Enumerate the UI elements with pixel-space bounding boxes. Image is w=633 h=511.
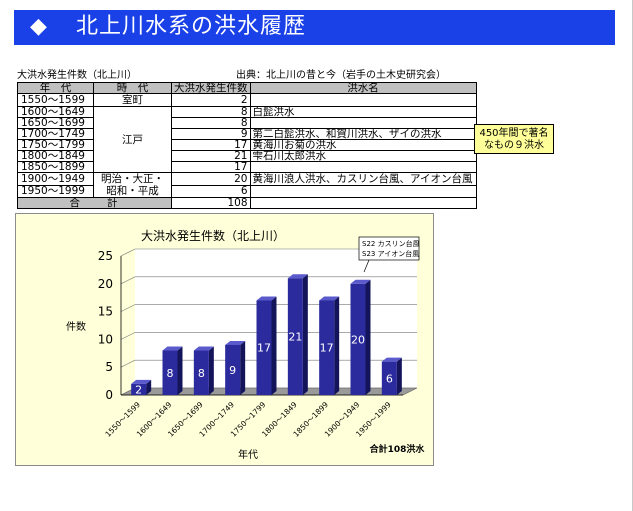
count-cell: 9: [171, 128, 251, 140]
flood-name-cell: 黄海川お菊の洪水: [249, 139, 477, 151]
bar-data-label: 8: [167, 367, 174, 380]
y-tick-label: 5: [105, 360, 113, 374]
era-modern-line2: 昭和・平成: [106, 185, 159, 197]
flood-name-cell: 黄海川浪人洪水、カスリン台風、アイオン台風: [249, 172, 477, 186]
x-axis-label: 年代: [238, 448, 258, 461]
bar-side: [240, 340, 246, 395]
period-cell: 1800～1849: [17, 150, 94, 162]
bar-data-label: 20: [351, 333, 365, 346]
note-line2: なもの９洪水: [484, 140, 544, 151]
bar-side: [396, 357, 402, 395]
chart-title: 大洪水発生件数（北上川）: [141, 228, 285, 243]
gridline-side: [120, 332, 136, 340]
bar-side: [271, 296, 277, 395]
total-value: 108: [171, 197, 251, 209]
total-label: 合 計: [17, 197, 172, 209]
bar-data-label: 9: [229, 364, 236, 377]
gridline-side: [120, 359, 136, 368]
flood-name-cell: 第二白髭洪水、和賀川洪水、ザイの洪水: [249, 128, 477, 140]
total-note: 合計108洪水: [370, 443, 426, 455]
era-cell-modern: 明治・大正・ 昭和・平成: [93, 172, 172, 198]
annotation-line2: S23 アイオン台風: [362, 249, 419, 258]
table-header-row: 年 代 時 代 大洪水発生件数 洪水名: [17, 82, 477, 94]
flood-history-table: 年 代 時 代 大洪水発生件数 洪水名 1550～1599 室町 2 1600～…: [17, 82, 477, 209]
bar-data-label: 6: [386, 372, 393, 385]
header-count: 大洪水発生件数: [171, 82, 251, 94]
gridline-side: [120, 304, 136, 312]
bar-side: [365, 279, 371, 395]
table-row: 1800～1849 21 雫石川太郎洪水: [17, 150, 477, 162]
y-tick-label: 25: [98, 249, 113, 263]
period-cell: 1700～1749: [17, 128, 94, 140]
gridline-side: [120, 248, 136, 257]
count-cell: 8: [171, 106, 251, 118]
count-cell: 6: [171, 184, 251, 198]
header-flood-name: 洪水名: [249, 82, 477, 94]
page-title: 北上川水系の洪水履歴: [76, 14, 307, 39]
note-box: 450年間で著名 なもの９洪水: [474, 124, 554, 154]
flood-name-cell: [249, 93, 477, 107]
period-cell: 1550～1599: [17, 93, 94, 107]
table-row: 1950～1999 6: [17, 184, 477, 198]
table-caption: 大洪水発生件数（北上川）: [17, 70, 137, 81]
period-cell: 1650～1699: [17, 117, 94, 129]
header-period: 年 代: [17, 82, 94, 94]
flood-name-cell: [249, 117, 477, 129]
bar-data-label: 17: [320, 342, 334, 355]
chart-panel: 0 5 10 15 20 25 大洪水発生件数（北上川） 件数 年代 合計108洪水 S2…: [15, 213, 434, 466]
period-cell: 1900～1949: [17, 172, 94, 186]
flood-name-cell: [249, 161, 477, 173]
bar-side: [334, 296, 340, 395]
table-row: 1700～1749 9 第二白髭洪水、和賀川洪水、ザイの洪水: [17, 128, 477, 140]
note-line1: 450年間で著名: [479, 128, 549, 139]
bar-data-label: 21: [288, 331, 302, 344]
period-cell: 1750～1799: [17, 139, 94, 151]
period-cell: 1850～1899: [17, 161, 94, 173]
bar-side: [177, 346, 183, 395]
annotation-line1: S22 カスリン台風: [362, 239, 420, 248]
count-cell: 21: [171, 150, 251, 162]
gridline-side: [120, 276, 136, 285]
source-caption: 出典：北上川の昔と今（岩手の土木史研究会）: [236, 70, 446, 81]
period-cell: 1600～1649: [17, 106, 94, 118]
count-cell: 20: [171, 172, 251, 186]
y-tick-label: 15: [98, 305, 113, 319]
table-row: 1900～1949 明治・大正・ 昭和・平成 20 黄海川浪人洪水、カスリン台風…: [17, 172, 477, 198]
bar-data-label: 2: [135, 383, 142, 396]
bar-data-label: 8: [198, 367, 205, 380]
y-tick-label: 20: [98, 277, 113, 291]
flood-name-cell: 雫石川太郎洪水: [249, 150, 477, 162]
bar-side: [208, 346, 214, 395]
count-cell: 8: [171, 117, 251, 129]
count-cell: 17: [171, 161, 251, 173]
table-row: 1650～1699 8: [17, 117, 477, 129]
count-cell: 2: [171, 93, 251, 107]
period-cell: 1950～1999: [17, 184, 94, 198]
count-cell: 17: [171, 139, 251, 151]
y-axis-label: 件数: [66, 320, 86, 333]
flood-name-cell: [249, 184, 477, 198]
bar-side: [302, 274, 308, 395]
flood-name-cell: 白髭洪水: [249, 106, 477, 118]
diamond-icon: ◆: [30, 14, 47, 39]
table-row: 1550～1599 室町 2: [17, 93, 477, 107]
header-era: 時 代: [93, 82, 172, 94]
total-empty-cell: [249, 197, 477, 209]
title-bar: ◆ 北上川水系の洪水履歴: [14, 10, 615, 45]
era-cell-muromachi: 室町: [93, 93, 172, 107]
table-row: 1600～1649 江戸 8 白髭洪水: [17, 106, 477, 173]
era-cell-edo: 江戸: [93, 106, 172, 173]
y-tick-label: 10: [98, 332, 113, 346]
bar-chart: 0 5 10 15 20 25 大洪水発生件数（北上川） 件数 年代 合計108洪水 S2…: [66, 228, 426, 461]
era-modern-line1: 明治・大正・: [101, 173, 164, 186]
table-total-row: 合 計 108: [17, 197, 477, 209]
bar-data-label: 17: [257, 342, 271, 355]
table-row: 1850～1899 17: [17, 161, 477, 173]
table-row: 1750～1799 17 黄海川お菊の洪水: [17, 139, 477, 151]
y-tick-label: 0: [105, 388, 113, 402]
